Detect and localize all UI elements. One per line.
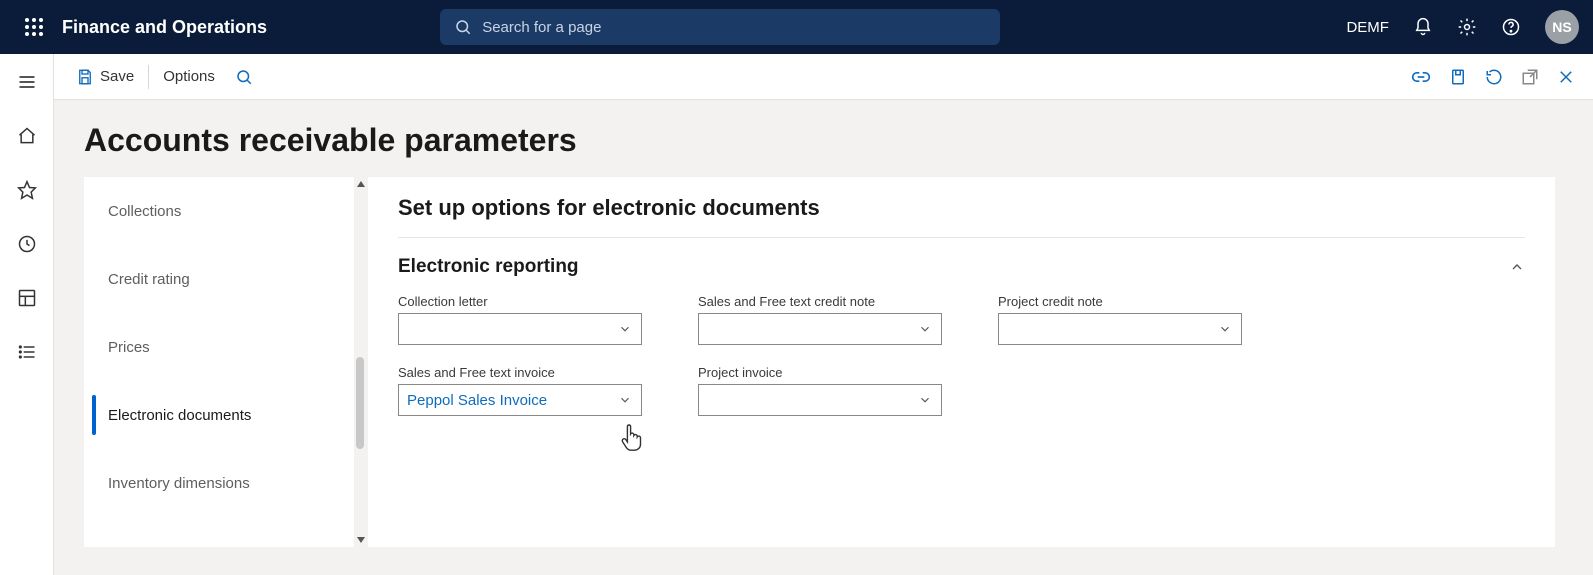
dropdown-value: Peppol Sales Invoice <box>407 385 611 415</box>
chevron-up-icon <box>356 179 366 189</box>
separator <box>148 65 149 89</box>
field-label: Sales and Free text credit note <box>698 294 942 309</box>
bell-icon[interactable] <box>1413 17 1433 37</box>
scroll-thumb[interactable] <box>356 357 364 449</box>
page-title: Accounts receivable parameters <box>54 100 1593 177</box>
tab-electronic-documents[interactable]: Electronic documents <box>84 381 354 449</box>
close-icon[interactable] <box>1557 68 1575 86</box>
dropdown-value <box>407 314 611 344</box>
list-icon <box>17 342 37 362</box>
field-label: Project credit note <box>998 294 1242 309</box>
recent-button[interactable] <box>11 228 43 260</box>
dropdown-project-credit-note[interactable] <box>998 313 1242 345</box>
attach-icon[interactable] <box>1449 68 1467 86</box>
page-body: Accounts receivable parameters Collectio… <box>54 100 1593 575</box>
scroll-down-arrow[interactable] <box>354 533 368 547</box>
left-rail <box>0 54 54 575</box>
refresh-icon[interactable] <box>1485 68 1503 86</box>
global-header: Finance and Operations DEMF NS <box>0 0 1593 54</box>
options-button[interactable]: Options <box>153 62 225 91</box>
tab-prices[interactable]: Prices <box>84 313 354 381</box>
detail-title: Set up options for electronic documents <box>398 195 1525 238</box>
modules-button[interactable] <box>11 336 43 368</box>
search-icon <box>454 18 472 36</box>
avatar[interactable]: NS <box>1545 10 1579 44</box>
section-title: Electronic reporting <box>398 256 579 278</box>
chevron-down-icon <box>615 314 635 344</box>
action-bar: Save Options <box>54 54 1593 100</box>
field-project-invoice: Project invoice <box>698 365 942 416</box>
chevron-down-icon <box>915 385 935 415</box>
hamburger-button[interactable] <box>11 66 43 98</box>
favorites-button[interactable] <box>11 174 43 206</box>
clock-icon <box>17 234 37 254</box>
company-code[interactable]: DEMF <box>1346 19 1389 36</box>
options-label: Options <box>163 68 215 85</box>
search-icon <box>235 68 253 86</box>
search-input[interactable] <box>482 19 986 36</box>
field-label: Sales and Free text invoice <box>398 365 642 380</box>
menu-icon <box>17 72 37 92</box>
field-label: Project invoice <box>698 365 942 380</box>
header-tools: DEMF NS <box>1346 10 1579 44</box>
collapse-section-button[interactable] <box>1509 259 1525 275</box>
dropdown-value <box>707 385 911 415</box>
field-label: Collection letter <box>398 294 642 309</box>
dropdown-sales-credit-note[interactable] <box>698 313 942 345</box>
chevron-down-icon <box>356 535 366 545</box>
app-title: Finance and Operations <box>62 17 267 38</box>
field-project-credit-note: Project credit note <box>998 294 1242 345</box>
waffle-icon <box>25 18 43 36</box>
dropdown-collection-letter[interactable] <box>398 313 642 345</box>
tab-panel: Collections Credit rating Prices Electro… <box>84 177 354 547</box>
save-label: Save <box>100 68 134 85</box>
chevron-up-icon <box>1509 259 1525 275</box>
chevron-down-icon <box>915 314 935 344</box>
field-sales-credit-note: Sales and Free text credit note <box>698 294 942 345</box>
chevron-down-icon <box>1215 314 1235 344</box>
tab-inventory-dimensions[interactable]: Inventory dimensions <box>84 449 354 517</box>
scroll-up-arrow[interactable] <box>354 177 368 191</box>
popout-icon[interactable] <box>1521 68 1539 86</box>
dropdown-value <box>1007 314 1211 344</box>
save-icon <box>76 68 94 86</box>
tab-collections[interactable]: Collections <box>84 177 354 245</box>
field-sales-invoice: Sales and Free text invoice Peppol Sales… <box>398 365 642 416</box>
app-launcher-button[interactable] <box>14 7 54 47</box>
section-header-electronic-reporting[interactable]: Electronic reporting <box>398 256 1525 278</box>
dropdown-project-invoice[interactable] <box>698 384 942 416</box>
dropdown-value <box>707 314 911 344</box>
dropdown-sales-invoice[interactable]: Peppol Sales Invoice <box>398 384 642 416</box>
page-search-button[interactable] <box>225 62 263 92</box>
help-icon[interactable] <box>1501 17 1521 37</box>
global-search[interactable] <box>440 9 1000 45</box>
detail-panel: Set up options for electronic documents … <box>368 177 1555 547</box>
star-icon <box>17 180 37 200</box>
content-row: Collections Credit rating Prices Electro… <box>54 177 1593 547</box>
form-grid: Collection letter Sales and Free text cr… <box>398 294 1525 416</box>
field-collection-letter: Collection letter <box>398 294 642 345</box>
grid-icon <box>17 288 37 308</box>
link-icon[interactable] <box>1411 69 1431 85</box>
home-button[interactable] <box>11 120 43 152</box>
chevron-down-icon <box>615 385 635 415</box>
tab-scrollbar[interactable] <box>354 177 368 547</box>
workspaces-button[interactable] <box>11 282 43 314</box>
home-icon <box>17 126 37 146</box>
action-bar-right <box>1411 68 1581 86</box>
gear-icon[interactable] <box>1457 17 1477 37</box>
save-button[interactable]: Save <box>66 62 144 92</box>
tab-credit-rating[interactable]: Credit rating <box>84 245 354 313</box>
